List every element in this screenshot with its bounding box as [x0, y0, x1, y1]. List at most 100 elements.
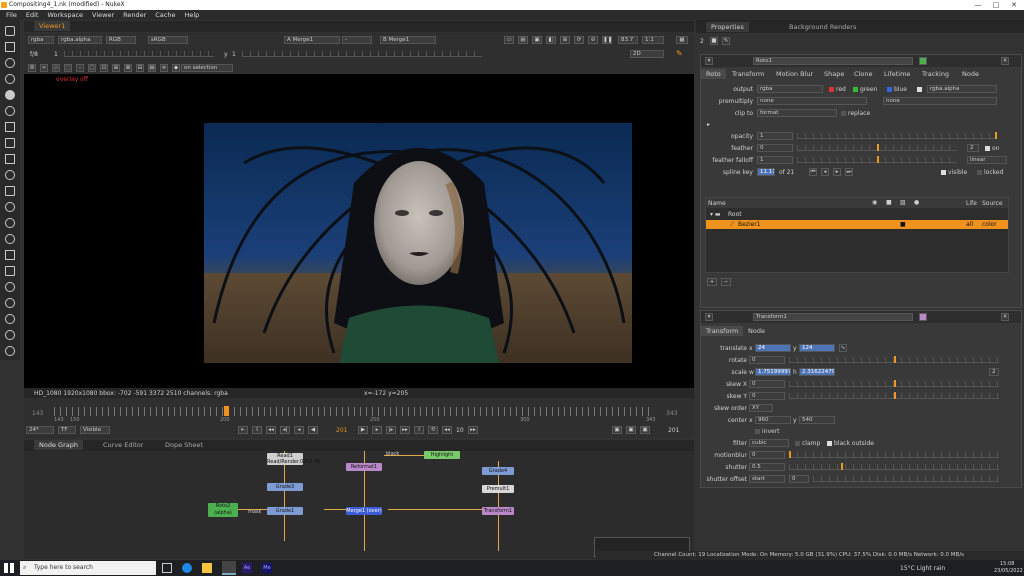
tab-transform-node[interactable]: Node [743, 326, 770, 336]
falloff-type-dropdown[interactable]: linear [967, 156, 1007, 164]
premultiply-dropdown[interactable]: none [757, 97, 867, 105]
view-mode-dropdown[interactable]: 2D [630, 50, 664, 58]
cara-tool-icon[interactable] [5, 314, 15, 324]
hide-curves-icon[interactable]: ⊟ [136, 64, 144, 72]
next-keyframe-icon[interactable]: ▸▸ [400, 426, 410, 434]
draw-tool-icon[interactable] [5, 42, 15, 52]
current-frame[interactable]: 201 [336, 427, 347, 434]
ripple-icon[interactable]: ≋ [160, 64, 168, 72]
step-back-icon[interactable]: ◂| [280, 426, 290, 434]
help-tool-icon[interactable] [5, 346, 15, 356]
layer-row-bezier[interactable]: ⟋ Bezier1 ■ all color [706, 220, 1008, 229]
center-x-field[interactable]: 960 [755, 416, 791, 424]
fps-dropdown[interactable]: 24* [26, 426, 54, 434]
maximize-button[interactable]: □ [987, 0, 1005, 10]
gain-value[interactable]: 1 [54, 51, 58, 58]
furnace-tool-icon[interactable] [5, 282, 15, 292]
tab-node-graph[interactable]: Node Graph [34, 440, 83, 450]
collapse-icon[interactable]: ▾ [705, 57, 713, 65]
a-input-dropdown[interactable]: A Merge1 [284, 36, 340, 44]
pause-icon[interactable]: ❚❚ [602, 36, 612, 44]
proxy-icon[interactable]: ⊞ [560, 36, 570, 44]
ratio-dropdown[interactable]: 1:1 [642, 36, 664, 44]
gamma-slider[interactable] [242, 51, 482, 57]
filter-tool-icon[interactable] [5, 106, 15, 116]
filter-dropdown[interactable]: cubic [749, 439, 789, 447]
toolsets-tool-icon[interactable] [5, 250, 15, 260]
paint-icon[interactable]: ✎ [676, 49, 683, 58]
color-tool-icon[interactable] [5, 90, 15, 100]
tab-node[interactable]: Node [957, 69, 984, 79]
zebra-icon[interactable]: ▤ [518, 36, 528, 44]
transform-close-icon[interactable]: ✕ [1001, 313, 1009, 321]
remove-layer-button[interactable]: − [721, 278, 731, 286]
close-panel-icon[interactable]: ✕ [1001, 57, 1009, 65]
feather-falloff-field[interactable]: 1 [757, 156, 793, 164]
keyer-tool-icon[interactable] [5, 122, 15, 132]
premultiply-dropdown-2[interactable]: none [883, 97, 997, 105]
skew-y-field[interactable]: 0 [749, 392, 785, 400]
viewer-settings-icon[interactable]: ▦ [676, 36, 688, 44]
metadata-tool-icon[interactable] [5, 202, 15, 212]
tab-roto[interactable]: Roto [701, 69, 726, 79]
visible-checkbox[interactable]: visible [941, 169, 967, 176]
motionblur-field[interactable]: 0 [749, 451, 785, 459]
scale-h-field[interactable]: 2.31622479 [799, 368, 835, 376]
lock-icon[interactable]: ■ [710, 37, 718, 45]
tab-motion-blur[interactable]: Motion Blur [771, 69, 818, 79]
menu-edit[interactable]: Edit [26, 11, 39, 19]
image-tool-icon[interactable] [5, 26, 15, 36]
transform-node-name[interactable]: Transform1 [753, 313, 913, 321]
rotate-field[interactable]: 0 [749, 356, 785, 364]
timeline-ruler[interactable] [54, 407, 654, 416]
ofx-tool-icon[interactable] [5, 298, 15, 308]
select-all-icon[interactable]: ⬚ [64, 64, 72, 72]
tf-dropdown[interactable]: TF [58, 426, 76, 434]
play-forward-icon[interactable]: ▶ [358, 426, 368, 434]
tab-curve-editor[interactable]: Curve Editor [98, 440, 148, 450]
add-layer-button[interactable]: + [707, 278, 717, 286]
transform-node[interactable]: Transform1 [482, 507, 514, 515]
red-checkbox[interactable]: red [829, 86, 846, 93]
menu-workspace[interactable]: Workspace [47, 11, 83, 19]
scale-count[interactable]: 2 [989, 368, 999, 376]
render-icon[interactable]: ▣ [640, 426, 650, 434]
shutter-offset-value[interactable]: 0 [789, 475, 809, 483]
shutter-offset-slider[interactable] [813, 476, 999, 482]
feather-on-checkbox[interactable]: on [985, 145, 999, 152]
roi-icon[interactable]: ▭ [504, 36, 514, 44]
transform-handle-icon[interactable]: ⊡ [100, 64, 108, 72]
merge-tool-icon[interactable] [5, 138, 15, 148]
gain-slider[interactable] [64, 51, 214, 57]
settings-icon[interactable]: ⚙ [28, 64, 36, 72]
pen-icon[interactable]: ✎ [722, 37, 730, 45]
opacity-field[interactable]: 1 [757, 132, 793, 140]
opacity-slider[interactable] [797, 132, 997, 139]
skew-y-slider[interactable] [789, 392, 999, 399]
prev-frame-icon[interactable]: ◂ [294, 426, 304, 434]
minimize-button[interactable]: — [969, 0, 987, 10]
prev-key-icon[interactable]: ◂ [821, 168, 829, 176]
locked-checkbox[interactable]: locked [977, 169, 1003, 176]
translate-y-field[interactable]: 124 [799, 344, 835, 352]
tab-lifetime[interactable]: Lifetime [879, 69, 915, 79]
skew-order-dropdown[interactable]: XY [749, 404, 773, 412]
end-frame[interactable]: 201 [668, 427, 679, 434]
tab-background-renders[interactable]: Background Renders [784, 22, 861, 32]
alpha-channel-dropdown[interactable]: rgba.alpha [927, 85, 997, 93]
last-key-icon[interactable]: ⏭ [845, 168, 853, 176]
shutter-slider[interactable] [789, 463, 999, 470]
clock-time[interactable]: 15:08 [1000, 561, 1014, 567]
translate-curve-icon[interactable]: ∿ [839, 344, 847, 352]
layer-row-root[interactable]: ▾ ▬ Root [706, 210, 1008, 219]
prev-keyframe-icon[interactable]: ◂◂ [266, 426, 276, 434]
tab-shape[interactable]: Shape [819, 69, 849, 79]
reformat-node[interactable]: Reformat1 [346, 463, 382, 471]
menu-help[interactable]: Help [184, 11, 199, 19]
tab-viewer1[interactable]: Viewer1 [34, 21, 71, 31]
channel-tool-icon[interactable] [5, 74, 15, 84]
b-input-dropdown[interactable]: B Merge1 [380, 36, 436, 44]
black-outside-checkbox[interactable]: black outside [827, 440, 874, 447]
shutter-field[interactable]: 0.5 [749, 463, 785, 471]
read-node[interactable]: Read1 Read/Render.0201.tif [267, 453, 320, 465]
